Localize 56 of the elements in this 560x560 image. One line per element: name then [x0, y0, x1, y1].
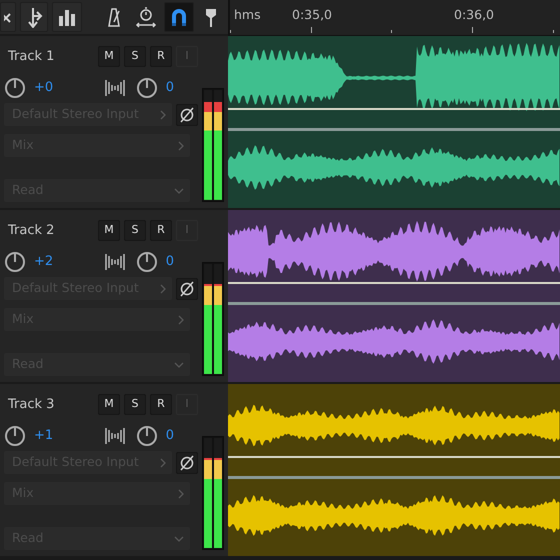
- track-toggle-button[interactable]: M: [98, 220, 120, 241]
- track-toggle-button[interactable]: S: [124, 394, 146, 415]
- chevron-icon: [174, 188, 184, 194]
- phase-invert-button[interactable]: [176, 452, 198, 474]
- pan-knob[interactable]: [136, 251, 158, 273]
- chevron-icon: [160, 284, 166, 294]
- knob-icon: [136, 251, 158, 273]
- track-name: Track 2: [8, 222, 56, 240]
- track-toggle-button[interactable]: R: [150, 394, 172, 415]
- track-toggle-button[interactable]: S: [124, 220, 146, 241]
- phase-icon: [179, 106, 195, 122]
- chevron-icon: [174, 536, 184, 542]
- volume-value: +0: [34, 79, 54, 98]
- chevron-icon: [174, 362, 184, 368]
- stereo-pan-icon: [104, 426, 128, 446]
- track-name: Track 3: [8, 396, 56, 414]
- toolbar-button[interactable]: [0, 2, 16, 32]
- stopwatch-icon: [135, 6, 157, 28]
- volume-value: +1: [34, 427, 54, 446]
- time-label: 0:35,0: [292, 6, 332, 24]
- chevron-icon: [178, 314, 184, 324]
- pan-knob[interactable]: [136, 425, 158, 447]
- stereo-pan-icon: [104, 252, 128, 272]
- phase-invert-button[interactable]: [176, 104, 198, 126]
- knob-icon: [4, 77, 26, 99]
- pan-value: 0: [166, 253, 175, 272]
- track-toggle-button[interactable]: M: [98, 46, 120, 67]
- chevron-icon: [178, 488, 184, 498]
- track-name: Track 1: [8, 48, 56, 66]
- chevron-icon: [178, 140, 184, 150]
- volume-knob[interactable]: [4, 425, 26, 447]
- knob-icon: [136, 425, 158, 447]
- stereo-pan-icon: [104, 78, 128, 98]
- knob-icon: [136, 77, 158, 99]
- phase-icon: [179, 280, 195, 296]
- track-toggle-button[interactable]: R: [150, 46, 172, 67]
- track-toggle-button[interactable]: S: [124, 46, 146, 67]
- toolbar-button[interactable]: [164, 2, 194, 32]
- volume-knob[interactable]: [4, 77, 26, 99]
- time-label: 0:36,0: [454, 6, 494, 24]
- phase-invert-button[interactable]: [176, 278, 198, 300]
- pan-knob[interactable]: [136, 77, 158, 99]
- knob-icon: [4, 251, 26, 273]
- ruler-unit: hms: [234, 6, 261, 24]
- phase-icon: [179, 454, 195, 470]
- track-toggle-button[interactable]: M: [98, 394, 120, 415]
- volume-knob[interactable]: [4, 251, 26, 273]
- chevron-icon: [160, 110, 166, 120]
- knob-icon: [4, 425, 26, 447]
- chevron-icon: [160, 458, 166, 468]
- pan-value: 0: [166, 79, 175, 98]
- toolbar-button[interactable]: [52, 2, 82, 32]
- pan-value: 0: [166, 427, 175, 446]
- volume-value: +2: [34, 253, 54, 272]
- toolbar-button[interactable]: [20, 2, 48, 32]
- track-toggle-button[interactable]: R: [150, 220, 172, 241]
